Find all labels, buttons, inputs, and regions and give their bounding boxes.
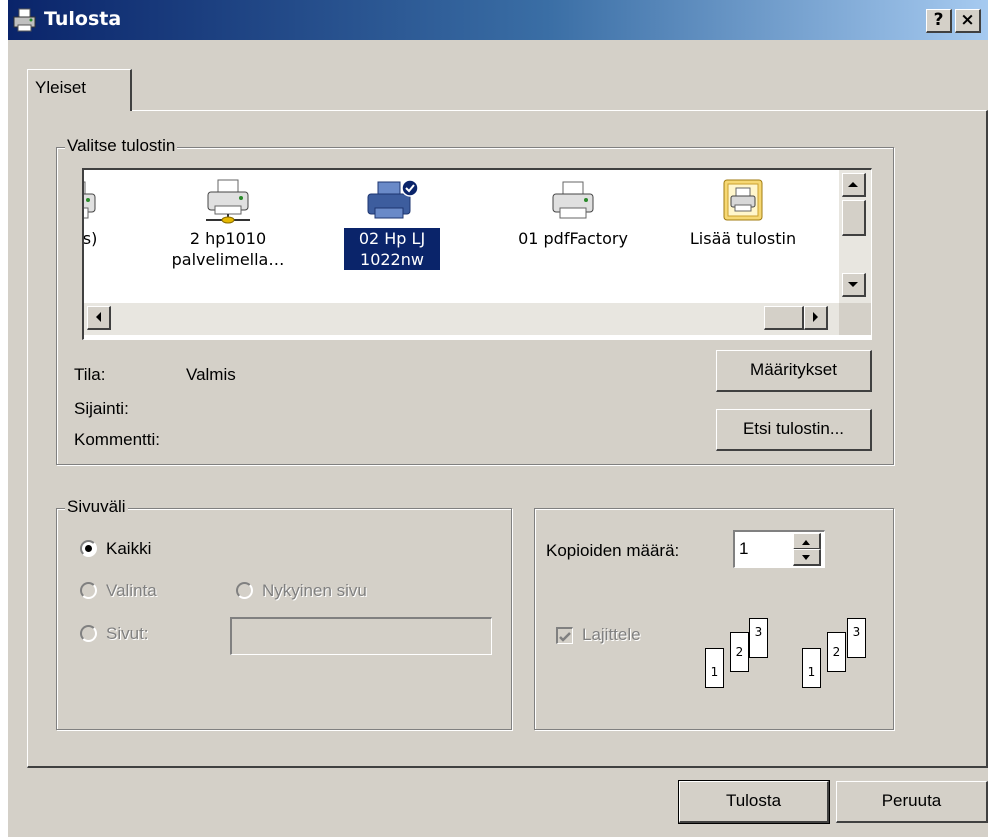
radio-dot <box>85 545 92 552</box>
find-printer-button[interactable]: Etsi tulostin... <box>716 409 872 451</box>
printer-list[interactable]: nnos) 2 hp1010 palvelimella… <box>82 168 872 340</box>
preferences-button-label: Määritykset <box>750 360 837 379</box>
help-button[interactable]: ? <box>926 9 952 33</box>
arrow-left-icon <box>96 312 101 322</box>
add-printer-icon <box>723 179 763 221</box>
print-button-label: Tulosta <box>725 791 782 810</box>
scroll-down-button[interactable] <box>842 273 866 297</box>
copies-count-value: 1 <box>739 539 749 558</box>
collate-label[interactable]: Lajittele <box>582 625 641 645</box>
printer-item[interactable]: 2 hp1010 palvelimella… <box>163 170 293 270</box>
printer-group-legend: Valitse tulostin <box>65 136 178 156</box>
collate-page: 1 <box>802 648 821 688</box>
printer-item[interactable]: nnos) <box>82 170 140 249</box>
copies-decrement-button[interactable] <box>793 549 821 566</box>
printer-icon <box>13 8 36 32</box>
printer-icon <box>84 181 96 219</box>
cancel-button-label: Peruuta <box>881 791 942 810</box>
tab-general-label: Yleiset <box>35 78 87 97</box>
printer-item-label: 02 Hp LJ 1022nw <box>344 228 440 270</box>
status-label: Tila: <box>74 365 106 384</box>
collate-page: 3 <box>847 618 866 658</box>
radio-pages-label[interactable]: Sivut: <box>106 624 149 644</box>
arrow-up-icon <box>848 182 858 187</box>
title-bar[interactable]: Tulosta ? × <box>8 0 988 40</box>
printer-item-label: 2 hp1010 palvelimella… <box>171 229 285 269</box>
scroll-left-button[interactable] <box>87 306 111 330</box>
collate-page: 2 <box>827 632 846 672</box>
collate-page: 1 <box>705 648 724 688</box>
printer-item-label: Lisää tulostin <box>689 229 797 248</box>
location-label: Sijainti: <box>74 399 129 418</box>
status-value: Valmis <box>186 365 236 384</box>
radio-selection-label[interactable]: Valinta <box>106 581 157 601</box>
copies-increment-button[interactable] <box>793 533 821 550</box>
scrollbar-corner <box>839 303 871 335</box>
print-button[interactable]: Tulosta <box>678 780 830 824</box>
printer-item-selected[interactable]: 02 Hp LJ 1022nw <box>327 170 457 270</box>
collate-checkbox[interactable] <box>556 627 573 644</box>
printer-item[interactable]: 01 pdfFactory <box>508 170 638 249</box>
comment-label: Kommentti: <box>74 430 160 449</box>
radio-current-page[interactable] <box>236 582 253 599</box>
cancel-button[interactable]: Peruuta <box>836 781 988 823</box>
checkmark-icon <box>559 632 571 642</box>
vscroll-thumb[interactable] <box>842 200 866 236</box>
default-printer-icon <box>367 179 419 219</box>
arrow-up-icon <box>802 540 810 545</box>
radio-all-pages[interactable] <box>80 540 97 557</box>
collate-page: 3 <box>749 618 768 658</box>
find-printer-button-label: Etsi tulostin... <box>742 419 845 438</box>
printer-icon <box>552 181 594 219</box>
arrow-right-icon <box>813 312 818 322</box>
arrow-down-icon <box>848 282 858 287</box>
window-title: Tulosta <box>44 8 122 30</box>
network-printer-icon <box>206 179 250 224</box>
printer-list-hscrollbar[interactable] <box>84 303 839 335</box>
printer-item-label: nnos) <box>82 229 98 248</box>
print-dialog: Tulosta ? × Yleiset Valitse tulostin nno… <box>8 0 988 837</box>
copies-count-label: Kopioiden määrä: <box>546 541 680 560</box>
pages-input[interactable] <box>230 617 492 655</box>
preferences-button[interactable]: Määritykset <box>716 350 872 392</box>
radio-all-pages-label[interactable]: Kaikki <box>106 539 151 559</box>
close-button[interactable]: × <box>955 9 981 33</box>
page-range-legend: Sivuväli <box>65 497 128 517</box>
radio-current-page-label[interactable]: Nykyinen sivu <box>262 581 367 601</box>
radio-selection[interactable] <box>80 582 97 599</box>
radio-pages[interactable] <box>80 625 97 642</box>
printer-item[interactable]: Lisää tulostin <box>678 170 808 249</box>
copies-count-input[interactable]: 1 <box>733 530 825 568</box>
arrow-down-icon <box>802 555 810 560</box>
scroll-right-button[interactable] <box>804 306 828 330</box>
collate-page: 2 <box>730 632 749 672</box>
printer-list-vscrollbar[interactable] <box>839 170 871 303</box>
hscroll-thumb[interactable] <box>764 306 804 330</box>
scroll-up-button[interactable] <box>842 173 866 197</box>
printer-item-label: 01 pdfFactory <box>518 229 628 248</box>
tab-general[interactable]: Yleiset <box>27 69 132 111</box>
